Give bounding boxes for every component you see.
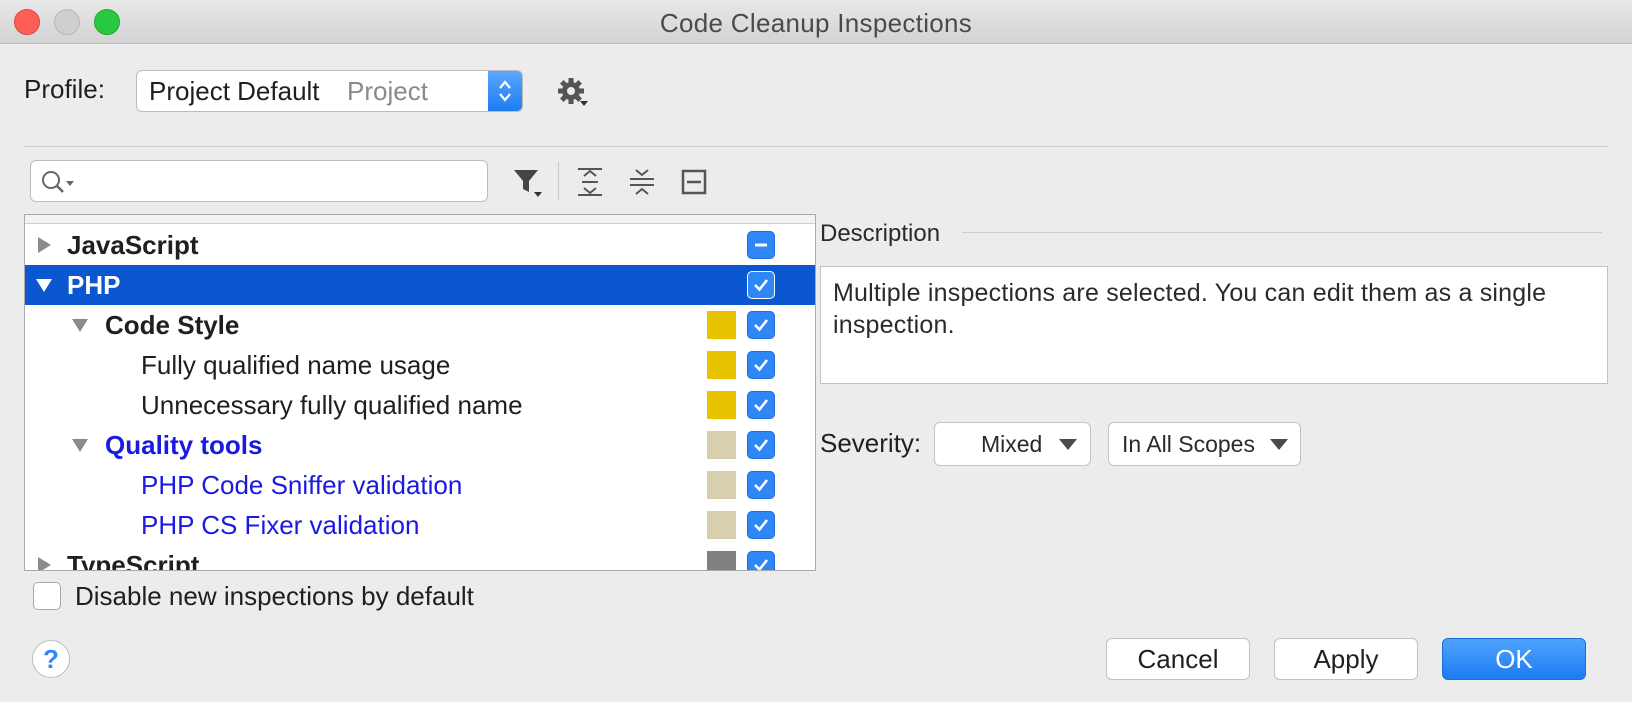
expand-all-button[interactable]: [570, 162, 610, 202]
disable-new-label[interactable]: Disable new inspections by default: [75, 581, 474, 612]
row-checkbox[interactable]: [747, 551, 775, 570]
row-checkbox[interactable]: [747, 351, 775, 379]
tree-row-label: Fully qualified name usage: [141, 350, 451, 380]
search-input[interactable]: [30, 160, 488, 202]
checkmark-icon: [754, 359, 769, 372]
row-checkbox[interactable]: [747, 391, 775, 419]
description-label: Description: [820, 220, 941, 247]
inspections-tree[interactable]: JavaScript PHP Code Style Fully qualified n…: [24, 214, 816, 571]
severity-color-swatch: [707, 511, 736, 539]
separator: [24, 146, 1608, 147]
window-title: Code Cleanup Inspections: [659, 8, 973, 38]
apply-button[interactable]: Apply: [1274, 638, 1418, 680]
chevron-down-icon: [1059, 439, 1077, 450]
row-checkbox[interactable]: [747, 311, 775, 339]
severity-value: Mixed: [981, 431, 1043, 457]
tree-row-label: Code Style: [105, 310, 240, 340]
severity-color-swatch: [707, 551, 736, 570]
scope-combo[interactable]: In All Scopes: [1108, 422, 1301, 466]
tree-row-label: Quality tools: [105, 430, 263, 460]
profile-name: Project Default: [149, 76, 320, 106]
tree-header: [25, 215, 815, 224]
tree-row[interactable]: Quality tools: [25, 425, 815, 465]
profile-scope: Project: [347, 76, 428, 106]
severity-color-swatch: [707, 471, 736, 499]
row-checkbox[interactable]: [747, 511, 775, 539]
scope-value: In All Scopes: [1122, 431, 1255, 457]
checkmark-icon: [754, 479, 769, 492]
tree-row-label: PHP: [67, 270, 121, 300]
severity-combo[interactable]: Mixed: [934, 422, 1091, 466]
indeterminate-icon: [755, 243, 767, 247]
collapse-all-button[interactable]: [622, 162, 662, 202]
severity-color-swatch: [707, 391, 736, 419]
severity-color-swatch: [707, 431, 736, 459]
code-cleanup-dialog: Code Cleanup Inspections Profile: Projec…: [0, 0, 1632, 702]
row-checkbox[interactable]: [747, 431, 775, 459]
row-checkbox[interactable]: [747, 231, 775, 259]
tree-row[interactable]: PHP: [25, 265, 815, 305]
reset-button[interactable]: [674, 162, 714, 202]
severity-color-swatch: [707, 311, 736, 339]
gear-icon: [558, 78, 588, 106]
collapse-box-icon: [681, 169, 707, 195]
collapse-all-icon: [630, 169, 654, 195]
checkmark-icon: [754, 279, 769, 292]
profile-select[interactable]: Project Default Project: [136, 70, 523, 112]
checkmark-icon: [754, 439, 769, 452]
tree-row[interactable]: Fully qualified name usage: [25, 345, 815, 385]
expand-arrow-down-icon[interactable]: [71, 316, 89, 334]
tree-row-label: JavaScript: [67, 230, 199, 260]
tree-row-label: PHP CS Fixer validation: [141, 510, 420, 540]
profile-stepper-icon: [488, 71, 522, 111]
checkmark-icon: [754, 399, 769, 412]
disable-new-checkbox[interactable]: [33, 582, 61, 610]
toolbar-separator: [558, 162, 559, 200]
expand-arrow-right-icon[interactable]: [35, 236, 53, 254]
cancel-button[interactable]: Cancel: [1106, 638, 1250, 680]
ok-button[interactable]: OK: [1442, 638, 1586, 680]
help-button[interactable]: ?: [32, 640, 70, 678]
tree-row-label: TypeScript: [67, 550, 200, 571]
gear-menu-button[interactable]: [553, 72, 593, 112]
expand-arrow-right-icon[interactable]: [35, 556, 53, 570]
title-bar: Code Cleanup Inspections: [0, 0, 1632, 44]
row-checkbox[interactable]: [747, 471, 775, 499]
severity-label: Severity:: [820, 428, 922, 458]
tree-row[interactable]: PHP Code Sniffer validation: [25, 465, 815, 505]
tree-row[interactable]: PHP CS Fixer validation: [25, 505, 815, 545]
tree-row-label: PHP Code Sniffer validation: [141, 470, 463, 500]
profile-label: Profile:: [24, 74, 105, 104]
row-checkbox[interactable]: [747, 271, 775, 299]
tree-row[interactable]: JavaScript: [25, 225, 815, 265]
chevron-down-icon: [1270, 439, 1288, 450]
severity-color-swatch: [707, 351, 736, 379]
description-separator: [962, 232, 1602, 233]
filter-icon: [514, 170, 542, 197]
tree-row-label: Unnecessary fully qualified name: [141, 390, 523, 420]
checkmark-icon: [754, 319, 769, 332]
tree-row[interactable]: Unnecessary fully qualified name: [25, 385, 815, 425]
expand-arrow-down-icon[interactable]: [71, 436, 89, 454]
tree-row[interactable]: TypeScript: [25, 545, 815, 571]
checkmark-icon: [754, 559, 769, 570]
description-text: Multiple inspections are selected. You c…: [820, 266, 1608, 384]
filter-button[interactable]: [508, 162, 548, 202]
checkmark-icon: [754, 519, 769, 532]
search-icon: [42, 171, 74, 193]
tree-row[interactable]: Code Style: [25, 305, 815, 345]
expand-arrow-down-icon[interactable]: [35, 276, 53, 294]
expand-all-icon: [578, 168, 602, 196]
